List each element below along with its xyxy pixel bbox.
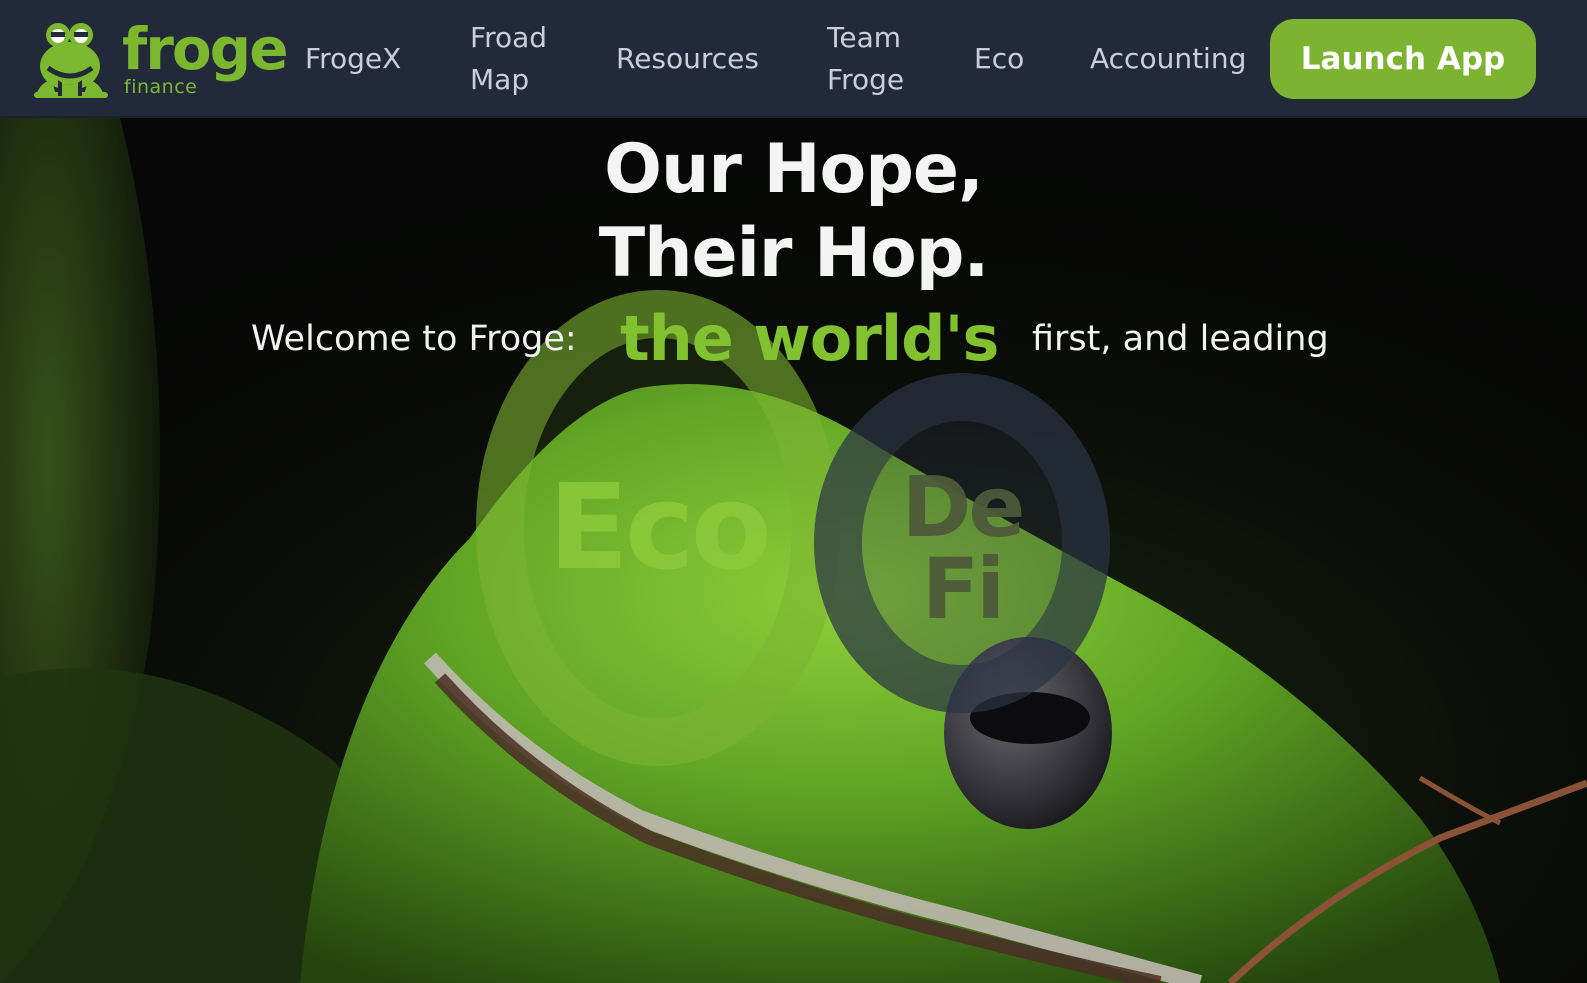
nav-item-eco[interactable]: Eco <box>974 38 1024 80</box>
bubble-defi-line2: Fi <box>922 540 1002 638</box>
frog-logo-icon <box>34 23 108 98</box>
brand-subtitle: finance <box>124 76 198 98</box>
nav-item-accounting[interactable]: Accounting <box>1090 38 1246 80</box>
welcome-prefix: Welcome to Froge: <box>251 319 577 359</box>
highlight-text: the world's <box>620 302 999 375</box>
headline-line-1: Our Hope, <box>604 130 984 209</box>
nav-item-team-froge[interactable]: Team Froge <box>827 17 937 101</box>
headline-line-2: Their Hop. <box>598 214 990 293</box>
hero-section: Eco De Fi Our Hope, Their Hop. Welcome t… <box>0 118 1587 983</box>
brand-name: froge <box>122 15 289 83</box>
nav-item-froad-map[interactable]: Froad Map <box>470 17 580 101</box>
nav-item-resources[interactable]: Resources <box>616 38 759 80</box>
launch-app-button[interactable]: Launch App <box>1270 19 1536 99</box>
top-navbar: froge finance FrogeX Froad Map Resources… <box>0 0 1587 118</box>
bubble-eco-text: Eco <box>548 458 768 596</box>
brand-logo[interactable]: froge finance <box>34 15 289 100</box>
nav-item-frogex[interactable]: FrogeX <box>305 38 401 80</box>
welcome-suffix: first, and leading <box>1032 319 1329 359</box>
